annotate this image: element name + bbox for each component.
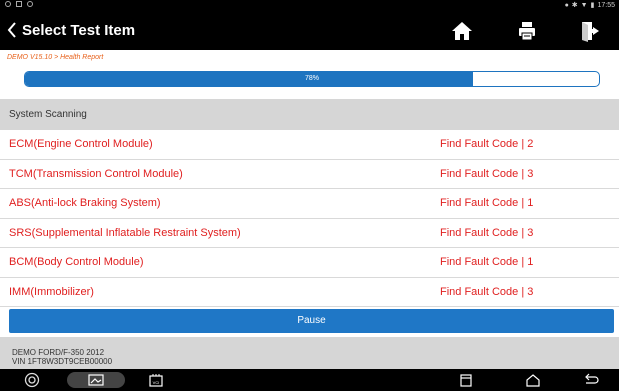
vehicle-model: DEMO FORD/F-350 2012	[12, 348, 105, 357]
image-notification-icon	[16, 1, 22, 7]
app-logo-icon[interactable]	[24, 372, 40, 388]
vehicle-info: DEMO FORD/F-350 2012 VIN 1FT8W3DT9CEB000…	[0, 337, 619, 369]
home-button[interactable]	[450, 19, 474, 43]
pause-button[interactable]: Pause	[9, 309, 614, 333]
back-button[interactable]	[6, 20, 22, 42]
chevron-left-icon	[7, 22, 16, 38]
back-nav-icon[interactable]	[582, 372, 600, 388]
vci-label: VCI	[153, 380, 160, 385]
home-icon	[452, 22, 472, 40]
system-list: ECM(Engine Control Module) Find Fault Co…	[0, 130, 619, 307]
fault-status: Find Fault Code | 3	[440, 285, 534, 298]
progress-label: 78%	[304, 75, 319, 82]
vehicle-vin: VIN 1FT8W3DT9CEB00000	[12, 357, 113, 366]
vci-icon[interactable]: VCI	[148, 372, 164, 388]
system-name: SRS(Supplemental Inflatable Restraint Sy…	[9, 226, 241, 239]
system-name: ECM(Engine Control Module)	[9, 138, 153, 150]
system-row[interactable]: IMM(Immobilizer) Find Fault Code | 3	[0, 277, 619, 307]
image-icon	[88, 374, 104, 386]
battery-icon: ▮	[590, 2, 595, 9]
fault-status: Find Fault Code | 3	[440, 226, 534, 239]
system-row[interactable]: ABS(Anti-lock Braking System) Find Fault…	[0, 189, 619, 219]
navigation-bar: VCI	[0, 369, 619, 391]
fault-status: Find Fault Code | 1	[440, 256, 534, 268]
fault-status: Find Fault Code | 3	[440, 167, 534, 180]
page-title: Select Test Item	[22, 22, 136, 39]
status-time: 17:55	[597, 1, 615, 9]
recent-apps-icon[interactable]	[458, 372, 474, 388]
system-row[interactable]: TCM(Transmission Control Module) Find Fa…	[0, 159, 619, 189]
bluetooth-icon: ✱	[571, 2, 578, 9]
breadcrumb: DEMO V15.10 > Health Report	[7, 54, 104, 61]
home-nav-icon[interactable]	[525, 372, 541, 388]
scan-progress-bar: 78%	[24, 71, 600, 87]
section-header: System Scanning	[0, 99, 619, 130]
system-name: BCM(Body Control Module)	[9, 256, 144, 268]
gallery-button[interactable]	[67, 372, 125, 388]
print-button[interactable]	[515, 19, 539, 43]
title-bar: Select Test Item	[0, 11, 619, 50]
fault-status: Find Fault Code | 1	[440, 197, 534, 209]
system-name: TCM(Transmission Control Module)	[9, 167, 183, 180]
system-name: IMM(Immobilizer)	[9, 285, 94, 298]
exit-icon	[582, 22, 599, 42]
system-row[interactable]: SRS(Supplemental Inflatable Restraint Sy…	[0, 218, 619, 248]
system-name: ABS(Anti-lock Braking System)	[9, 197, 161, 209]
app-notification-icon	[27, 1, 33, 7]
fault-status: Find Fault Code | 2	[440, 138, 534, 150]
printer-icon	[519, 22, 535, 41]
notification-icon	[5, 1, 11, 7]
status-bar: ● ✱ ▼ ▮ 17:55	[0, 0, 619, 11]
system-row[interactable]: BCM(Body Control Module) Find Fault Code…	[0, 248, 619, 278]
location-icon: ●	[564, 1, 569, 9]
exit-button[interactable]	[578, 19, 602, 43]
wifi-icon: ▼	[580, 1, 588, 9]
system-row[interactable]: ECM(Engine Control Module) Find Fault Co…	[0, 130, 619, 160]
